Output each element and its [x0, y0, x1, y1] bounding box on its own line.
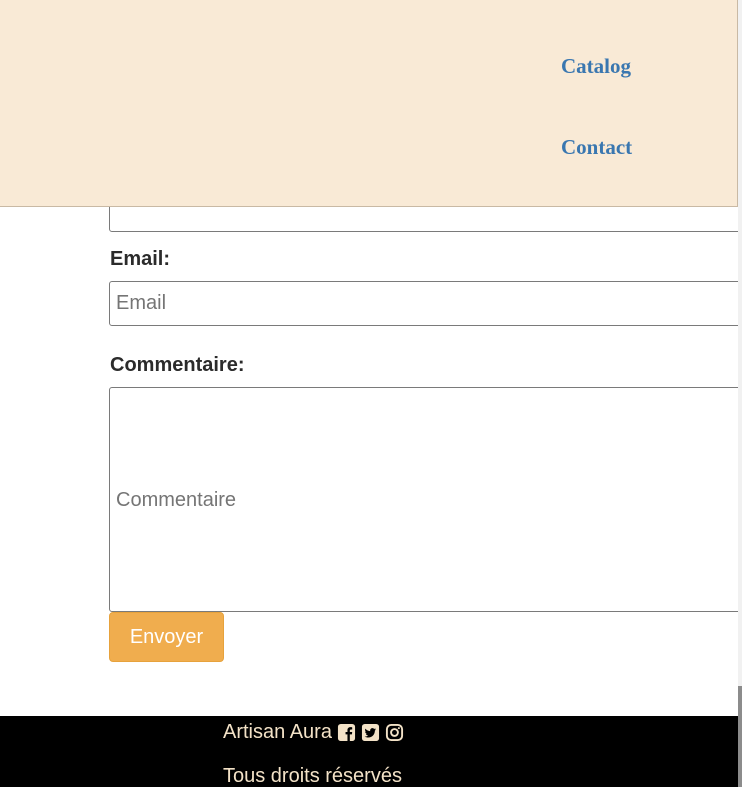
footer-rights-text: Tous droits réservés: [223, 765, 402, 787]
nav-link-contact[interactable]: Contact: [561, 135, 632, 160]
comment-label: Commentaire:: [110, 354, 245, 376]
scrollbar-track[interactable]: [738, 0, 742, 787]
nav-link-catalog[interactable]: Catalog: [561, 54, 631, 79]
footer-brand-name: Artisan Aura: [223, 721, 332, 743]
twitter-square-icon[interactable]: [361, 723, 380, 742]
scrollbar-thumb[interactable]: [738, 686, 742, 787]
page: Email: Commentaire: Envoyer Catalog Cont…: [0, 0, 742, 787]
email-input[interactable]: [109, 281, 742, 326]
email-label: Email:: [110, 248, 171, 270]
site-footer: Artisan Aura Tous droits réservés: [0, 716, 742, 787]
instagram-icon[interactable]: [385, 723, 404, 742]
footer-brand-row: Artisan Aura: [223, 721, 404, 744]
submit-button[interactable]: Envoyer: [109, 612, 224, 662]
comment-textarea[interactable]: [109, 387, 742, 612]
facebook-square-icon[interactable]: [337, 723, 356, 742]
site-header: Catalog Contact: [0, 0, 738, 207]
